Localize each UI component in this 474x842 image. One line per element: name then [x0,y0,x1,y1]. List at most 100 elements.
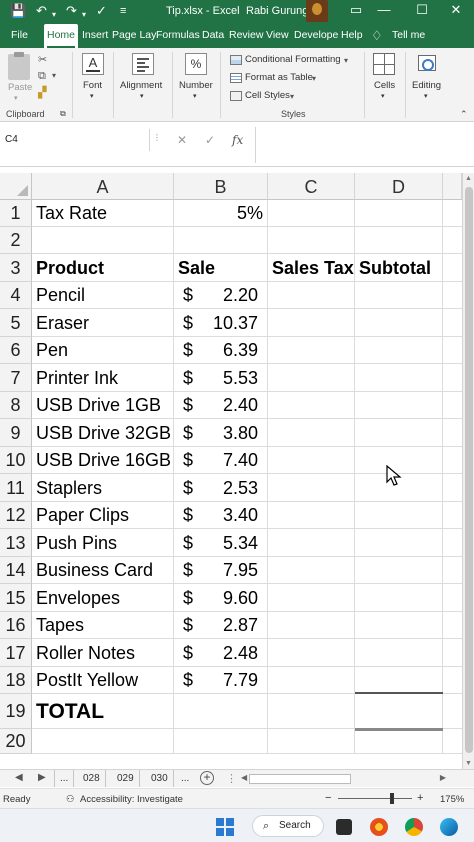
cut-icon[interactable]: ✂ [38,54,47,66]
scroll-right-icon[interactable]: ▶ [440,773,446,782]
cell-b6[interactable]: $6.39 [174,337,268,364]
cell-d16[interactable] [355,612,443,639]
cell-b17[interactable]: $2.48 [174,639,268,667]
row-header[interactable]: 8 [0,392,32,419]
column-header-e[interactable] [443,173,462,200]
cell-c10[interactable] [268,447,355,474]
cell-e17[interactable] [443,639,462,667]
cell-c16[interactable] [268,612,355,639]
save-icon[interactable]: 💾 [10,3,26,19]
minimize-button[interactable]: — [374,2,394,17]
cell-b14[interactable]: $7.95 [174,557,268,584]
row-header[interactable]: 5 [0,309,32,337]
restore-button[interactable]: ☐ [412,2,432,18]
cell-d13[interactable] [355,529,443,557]
tab-help[interactable]: Help [341,22,363,48]
cell-c14[interactable] [268,557,355,584]
cell-d18[interactable] [355,667,443,694]
collapse-ribbon-icon[interactable]: ⌃ [460,109,468,120]
row-header[interactable]: 19 [0,694,32,729]
cells-button[interactable]: Cells [374,80,395,91]
number-button[interactable]: Number [179,80,213,91]
clipboard-launcher-icon[interactable]: ⧉ [60,109,66,119]
cell-b3[interactable]: Sale [174,254,268,282]
sheet-next-icon[interactable]: ▶ [38,772,46,783]
cell-d4[interactable] [355,282,443,309]
cell-e5[interactable] [443,309,462,337]
cell-c13[interactable] [268,529,355,557]
cell-c5[interactable] [268,309,355,337]
edge-beta-icon[interactable] [440,818,458,836]
undo-dropdown-icon[interactable]: ▾ [52,7,56,23]
cell-d8[interactable] [355,392,443,419]
cell-a19[interactable]: TOTAL [32,694,174,729]
paste-button[interactable]: Paste [8,82,32,93]
cell-b18[interactable]: $7.79 [174,667,268,694]
cell-e20[interactable] [443,729,462,754]
cell-b12[interactable]: $3.40 [174,502,268,529]
cell-c18[interactable] [268,667,355,694]
cell-d19[interactable] [355,694,443,729]
row-header[interactable]: 20 [0,729,32,754]
cell-e16[interactable] [443,612,462,639]
cell-b1[interactable]: 5% [174,200,268,227]
cell-b7[interactable]: $5.53 [174,364,268,392]
row-header[interactable]: 11 [0,474,32,502]
cell-e12[interactable] [443,502,462,529]
cell-b20[interactable] [174,729,268,754]
find-icon[interactable] [414,53,438,75]
cell-d5[interactable] [355,309,443,337]
scroll-left-icon[interactable]: ◀ [241,773,247,782]
scroll-down-icon[interactable]: ▼ [465,760,472,767]
format-painter-icon[interactable]: ▞ [38,87,46,99]
tell-me-search[interactable]: Tell me [392,22,425,48]
tab-formulas[interactable]: Formulas [156,22,200,48]
cell-e6[interactable] [443,337,462,364]
font-dropdown-icon[interactable]: ▾ [90,92,94,100]
cell-e19[interactable] [443,694,462,729]
cell-b9[interactable]: $3.80 [174,419,268,447]
name-box-dropdown-icon[interactable]: ⋮ [153,133,161,142]
cell-e8[interactable] [443,392,462,419]
alignment-button[interactable]: Alignment [120,80,162,91]
number-dropdown-icon[interactable]: ▾ [193,92,197,100]
paste-icon[interactable] [8,52,30,80]
cell-a5[interactable]: Eraser [32,309,174,337]
cell-e7[interactable] [443,364,462,392]
cell-a6[interactable]: Pen [32,337,174,364]
cell-c6[interactable] [268,337,355,364]
tab-home[interactable]: Home [44,24,79,48]
cell-a8[interactable]: USB Drive 1GB [32,392,174,419]
cell-c3[interactable]: Sales Tax [268,254,355,282]
name-box[interactable]: C4 [0,129,150,151]
cell-d20[interactable] [355,729,443,754]
select-all-button[interactable] [0,173,32,200]
copy-dropdown-icon[interactable]: ▾ [52,70,56,82]
sheet-prev-icon[interactable]: ◀ [15,772,23,783]
close-button[interactable]: ✕ [446,2,466,18]
cell-e1[interactable] [443,200,462,227]
cell-b19[interactable] [174,694,268,729]
row-header[interactable]: 18 [0,667,32,694]
zoom-out-button[interactable]: − [325,792,331,804]
cell-a7[interactable]: Printer Ink [32,364,174,392]
tab-view[interactable]: View [266,22,289,48]
cell-d1[interactable] [355,200,443,227]
sheet-tab-029[interactable]: 029 [112,770,140,787]
enter-icon[interactable]: ✓ [205,133,215,147]
format-as-table-button[interactable]: Format as Table [245,72,313,83]
cell-e11[interactable] [443,474,462,502]
user-name[interactable]: Rabi Gurung [246,5,308,17]
conditional-formatting-dropdown-icon[interactable]: ▾ [344,56,348,65]
avatar[interactable] [306,0,328,22]
editing-button[interactable]: Editing [412,80,441,91]
column-header-b[interactable]: B [174,173,268,200]
spelling-icon[interactable]: ✓ [96,3,107,19]
cell-a12[interactable]: Paper Clips [32,502,174,529]
cell-c9[interactable] [268,419,355,447]
cell-a18[interactable]: PostIt Yellow [32,667,174,694]
tab-file[interactable]: File [11,22,28,48]
cell-e9[interactable] [443,419,462,447]
tab-developer[interactable]: Develope [294,22,338,48]
cell-e14[interactable] [443,557,462,584]
